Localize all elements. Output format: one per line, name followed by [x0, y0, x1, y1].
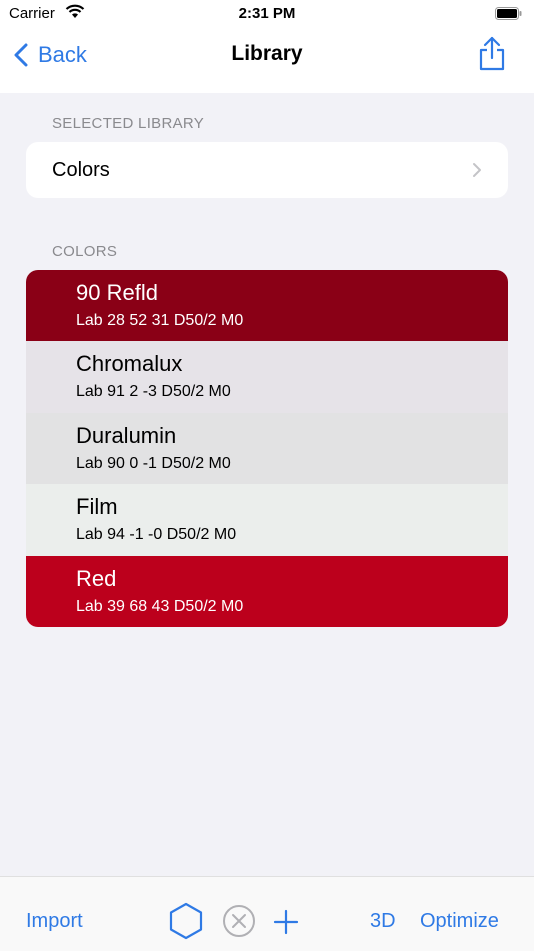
- 3d-button[interactable]: 3D: [370, 910, 396, 933]
- optimize-button[interactable]: Optimize: [420, 910, 499, 933]
- import-button[interactable]: Import: [26, 910, 83, 933]
- color-name: Red: [76, 565, 117, 591]
- selected-library-header: SELECTED LIBRARY: [52, 115, 205, 132]
- share-icon[interactable]: [478, 36, 506, 72]
- clear-icon[interactable]: [222, 904, 256, 938]
- color-row[interactable]: Chromalux Lab 91 2 -3 D50/2 M0: [26, 341, 508, 413]
- selected-library-label: Colors: [52, 159, 110, 181]
- color-value: Lab 28 52 31 D50/2 M0: [76, 312, 244, 329]
- color-row[interactable]: Film Lab 94 -1 -0 D50/2 M0: [26, 484, 508, 556]
- color-value: Lab 91 2 -3 D50/2 M0: [76, 383, 231, 401]
- page-title: Library: [231, 42, 303, 65]
- battery-icon: [495, 7, 522, 20]
- status-bar: Carrier 2:31 PM: [0, 0, 534, 30]
- color-value: Lab 94 -1 -0 D50/2 M0: [76, 526, 237, 544]
- color-value: Lab 39 68 43 D50/2 M0: [76, 597, 244, 615]
- color-list: 90 Refld Lab 28 52 31 D50/2 M0 Chromalux…: [26, 270, 508, 627]
- color-name: Film: [76, 494, 118, 520]
- color-name: 90 Refld: [76, 280, 158, 305]
- clock: 2:31 PM: [238, 5, 296, 22]
- color-row[interactable]: Red Lab 39 68 43 D50/2 M0: [26, 555, 508, 627]
- color-row[interactable]: 90 Refld Lab 28 52 31 D50/2 M0: [26, 270, 508, 342]
- chevron-right-icon: [473, 163, 481, 177]
- color-name: Duralumin: [76, 422, 177, 448]
- navigation-bar: Back Library: [0, 30, 534, 93]
- bottom-toolbar: Import 3D Optimize: [0, 876, 534, 951]
- color-row[interactable]: Duralumin Lab 90 0 -1 D50/2 M0: [26, 412, 508, 485]
- add-icon[interactable]: [273, 909, 299, 935]
- colors-header: COLORS: [52, 243, 118, 260]
- color-value: Lab 90 0 -1 D50/2 M0: [76, 454, 231, 472]
- selected-library-row[interactable]: Colors: [26, 142, 508, 198]
- color-name: Chromalux: [76, 351, 183, 377]
- hexagon-icon[interactable]: [168, 902, 204, 940]
